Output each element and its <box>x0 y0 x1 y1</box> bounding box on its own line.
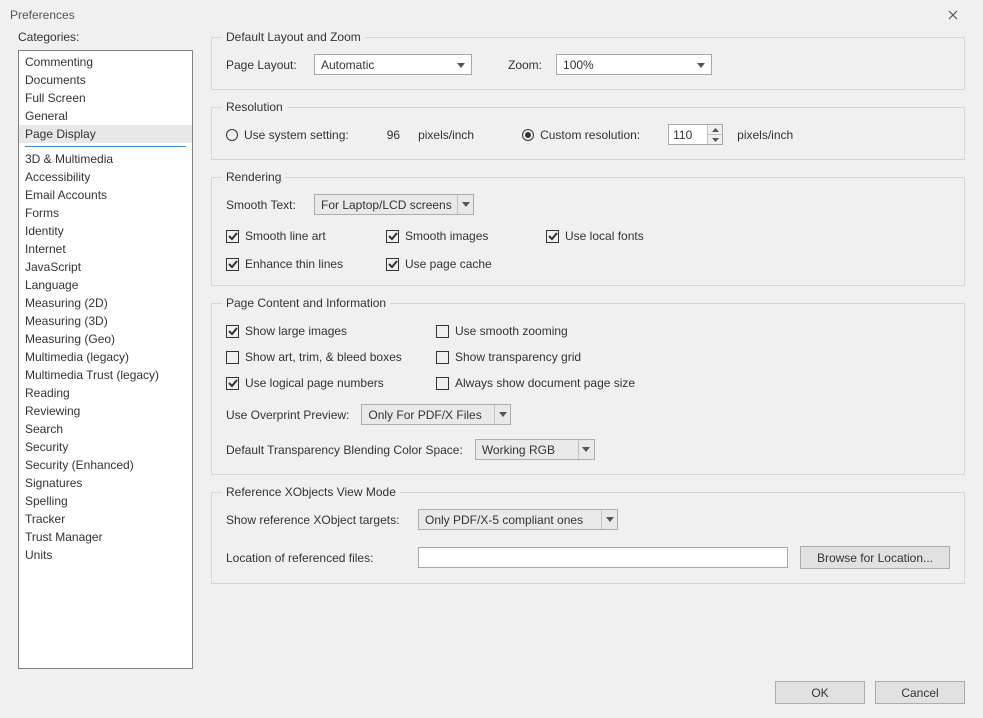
show-transparency-grid-checkbox[interactable]: Show transparency grid <box>436 350 646 364</box>
xobject-targets-label: Show reference XObject targets: <box>226 513 406 527</box>
system-unit: pixels/inch <box>418 128 474 142</box>
dialog-footer: OK Cancel <box>18 681 965 704</box>
rendering-group: Rendering Smooth Text: For Laptop/LCD sc… <box>211 170 965 286</box>
ok-button[interactable]: OK <box>775 681 865 704</box>
resolution-legend: Resolution <box>222 100 287 114</box>
category-item[interactable]: Documents <box>19 71 192 89</box>
category-item[interactable]: Tracker <box>19 510 192 528</box>
radio-icon <box>226 129 238 141</box>
page-layout-label: Page Layout: <box>226 58 300 72</box>
blend-select[interactable]: Working RGB <box>475 439 595 460</box>
category-item[interactable]: Measuring (3D) <box>19 312 192 330</box>
location-field[interactable] <box>418 547 788 568</box>
overprint-select[interactable]: Only For PDF/X Files <box>361 404 511 425</box>
custom-unit: pixels/inch <box>737 128 793 142</box>
custom-resolution-spinner[interactable] <box>668 124 723 145</box>
category-item[interactable]: Page Display <box>19 125 192 143</box>
category-item[interactable]: Measuring (Geo) <box>19 330 192 348</box>
chevron-down-icon <box>694 58 708 72</box>
page-content-group: Page Content and Information Show large … <box>211 296 965 475</box>
system-value: 96 <box>387 128 400 142</box>
category-item[interactable]: Commenting <box>19 53 192 71</box>
category-item[interactable]: 3D & Multimedia <box>19 150 192 168</box>
show-large-images-checkbox[interactable]: Show large images <box>226 324 436 338</box>
category-item[interactable]: Multimedia (legacy) <box>19 348 192 366</box>
category-item[interactable]: Signatures <box>19 474 192 492</box>
zoom-label: Zoom: <box>508 58 542 72</box>
category-item[interactable]: Accessibility <box>19 168 192 186</box>
category-item[interactable]: General <box>19 107 192 125</box>
category-item[interactable]: Reading <box>19 384 192 402</box>
chevron-down-icon <box>578 440 594 459</box>
smooth-images-checkbox[interactable]: Smooth images <box>386 229 546 243</box>
smooth-text-select[interactable]: For Laptop/LCD screens <box>314 194 474 215</box>
custom-resolution-radio[interactable]: Custom resolution: <box>522 128 640 142</box>
use-system-radio[interactable]: Use system setting: <box>226 128 349 142</box>
category-item[interactable]: Measuring (2D) <box>19 294 192 312</box>
use-local-fonts-checkbox[interactable]: Use local fonts <box>546 229 950 243</box>
chevron-down-icon <box>601 510 617 529</box>
zoom-select[interactable]: 100% <box>556 54 712 75</box>
cancel-button[interactable]: Cancel <box>875 681 965 704</box>
spinner-down[interactable] <box>708 135 722 144</box>
category-item[interactable]: Units <box>19 546 192 564</box>
xobject-targets-select[interactable]: Only PDF/X-5 compliant ones <box>418 509 618 530</box>
location-label: Location of referenced files: <box>226 551 406 565</box>
always-show-size-checkbox[interactable]: Always show document page size <box>436 376 646 390</box>
category-item[interactable]: Forms <box>19 204 192 222</box>
xobjects-group: Reference XObjects View Mode Show refere… <box>211 485 965 584</box>
use-page-cache-checkbox[interactable]: Use page cache <box>386 257 546 271</box>
chevron-down-icon <box>454 58 468 72</box>
show-art-trim-checkbox[interactable]: Show art, trim, & bleed boxes <box>226 350 436 364</box>
category-item[interactable]: Trust Manager <box>19 528 192 546</box>
page-content-legend: Page Content and Information <box>222 296 390 310</box>
enhance-thin-lines-checkbox[interactable]: Enhance thin lines <box>226 257 386 271</box>
xobjects-legend: Reference XObjects View Mode <box>222 485 400 499</box>
category-item[interactable]: Multimedia Trust (legacy) <box>19 366 192 384</box>
categories-label: Categories: <box>18 30 193 44</box>
category-item[interactable]: JavaScript <box>19 258 192 276</box>
browse-location-button[interactable]: Browse for Location... <box>800 546 950 569</box>
page-layout-select[interactable]: Automatic <box>314 54 472 75</box>
overprint-label: Use Overprint Preview: <box>226 408 349 422</box>
categories-panel: Categories: CommentingDocumentsFull Scre… <box>18 30 193 669</box>
layout-zoom-legend: Default Layout and Zoom <box>222 30 365 44</box>
use-smooth-zooming-checkbox[interactable]: Use smooth zooming <box>436 324 646 338</box>
close-button[interactable] <box>933 1 973 29</box>
radio-icon <box>522 129 534 141</box>
category-separator <box>25 146 186 147</box>
category-item[interactable]: Search <box>19 420 192 438</box>
layout-zoom-group: Default Layout and Zoom Page Layout: Aut… <box>211 30 965 90</box>
chevron-down-icon <box>457 195 473 214</box>
category-item[interactable]: Security <box>19 438 192 456</box>
custom-resolution-input[interactable] <box>669 125 707 144</box>
use-logical-pages-checkbox[interactable]: Use logical page numbers <box>226 376 436 390</box>
category-item[interactable]: Identity <box>19 222 192 240</box>
category-item[interactable]: Internet <box>19 240 192 258</box>
rendering-legend: Rendering <box>222 170 285 184</box>
category-item[interactable]: Reviewing <box>19 402 192 420</box>
category-item[interactable]: Language <box>19 276 192 294</box>
spinner-up[interactable] <box>708 125 722 135</box>
category-item[interactable]: Email Accounts <box>19 186 192 204</box>
category-item[interactable]: Security (Enhanced) <box>19 456 192 474</box>
blend-label: Default Transparency Blending Color Spac… <box>226 443 463 457</box>
chevron-down-icon <box>494 405 510 424</box>
close-icon <box>948 10 958 20</box>
categories-list[interactable]: CommentingDocumentsFull ScreenGeneralPag… <box>18 50 193 669</box>
smooth-line-art-checkbox[interactable]: Smooth line art <box>226 229 386 243</box>
category-item[interactable]: Full Screen <box>19 89 192 107</box>
title-bar: Preferences <box>0 0 983 30</box>
window-title: Preferences <box>10 8 933 22</box>
category-item[interactable]: Spelling <box>19 492 192 510</box>
resolution-group: Resolution Use system setting: 96 pixels… <box>211 100 965 160</box>
settings-panel: Default Layout and Zoom Page Layout: Aut… <box>211 30 965 669</box>
smooth-text-label: Smooth Text: <box>226 198 306 212</box>
